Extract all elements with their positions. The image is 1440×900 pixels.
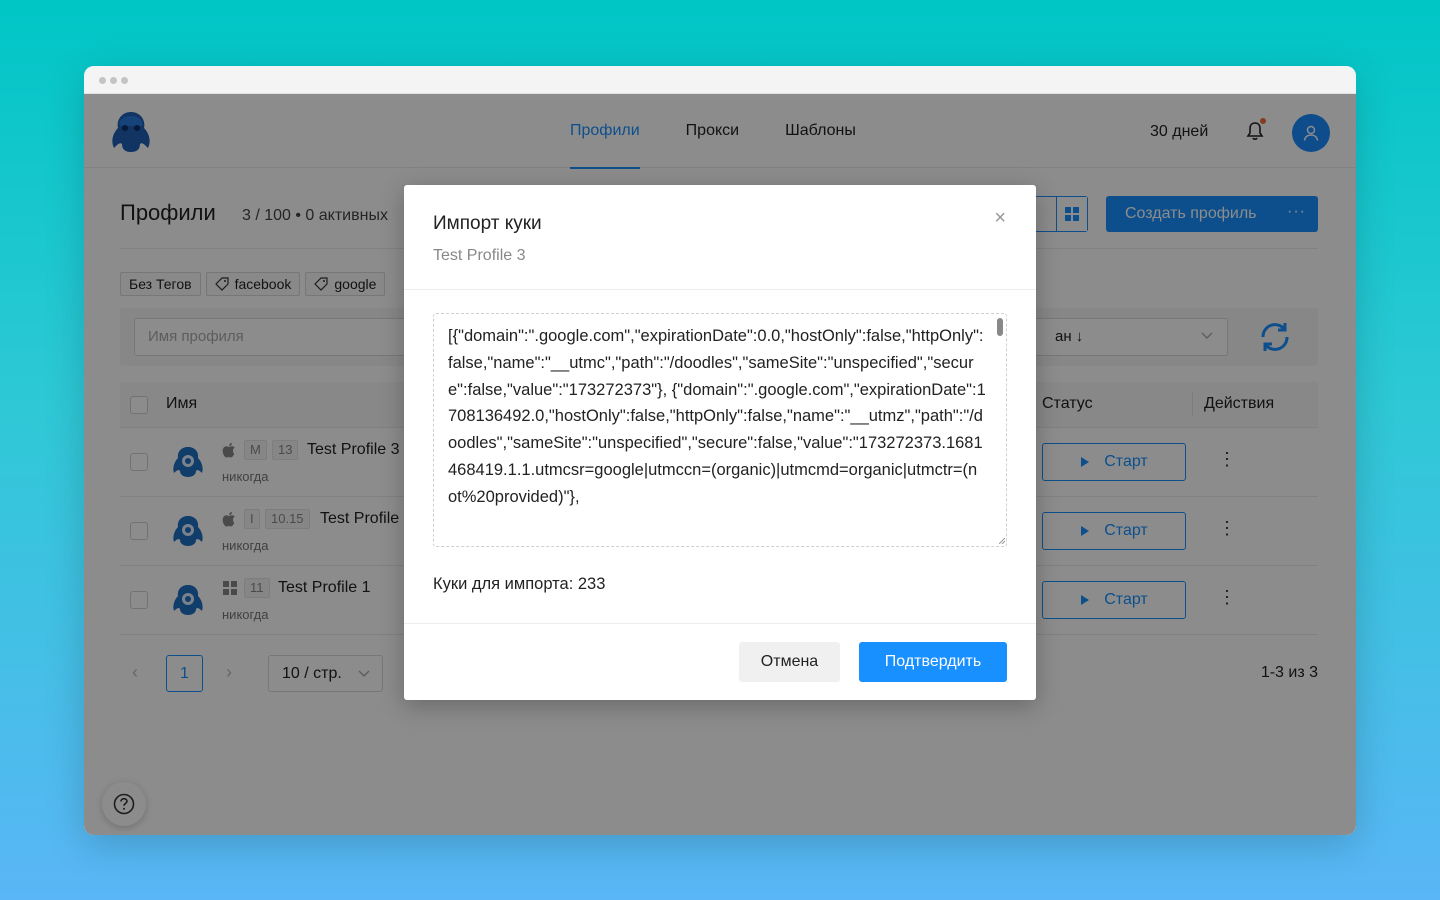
modal-divider (404, 289, 1036, 290)
modal-footer-divider (404, 623, 1036, 624)
cancel-button[interactable]: Отмена (739, 642, 840, 682)
window-dot (110, 77, 117, 84)
modal-title: Импорт куки (433, 213, 542, 234)
resize-handle-icon[interactable] (999, 538, 1005, 544)
window-titlebar (84, 66, 1356, 94)
import-cookies-modal: Импорт куки Test Profile 3 × [{"domain":… (404, 185, 1036, 700)
confirm-button[interactable]: Подтвердить (859, 642, 1007, 682)
cookie-count-label: Куки для импорта: 233 (433, 575, 606, 593)
window-dot (99, 77, 106, 84)
modal-subtitle: Test Profile 3 (433, 247, 526, 264)
cookie-textarea[interactable]: [{"domain":".google.com","expirationDate… (433, 313, 1007, 547)
window-dot (121, 77, 128, 84)
close-icon[interactable]: × (994, 207, 1006, 230)
textarea-scrollbar[interactable] (997, 318, 1003, 336)
